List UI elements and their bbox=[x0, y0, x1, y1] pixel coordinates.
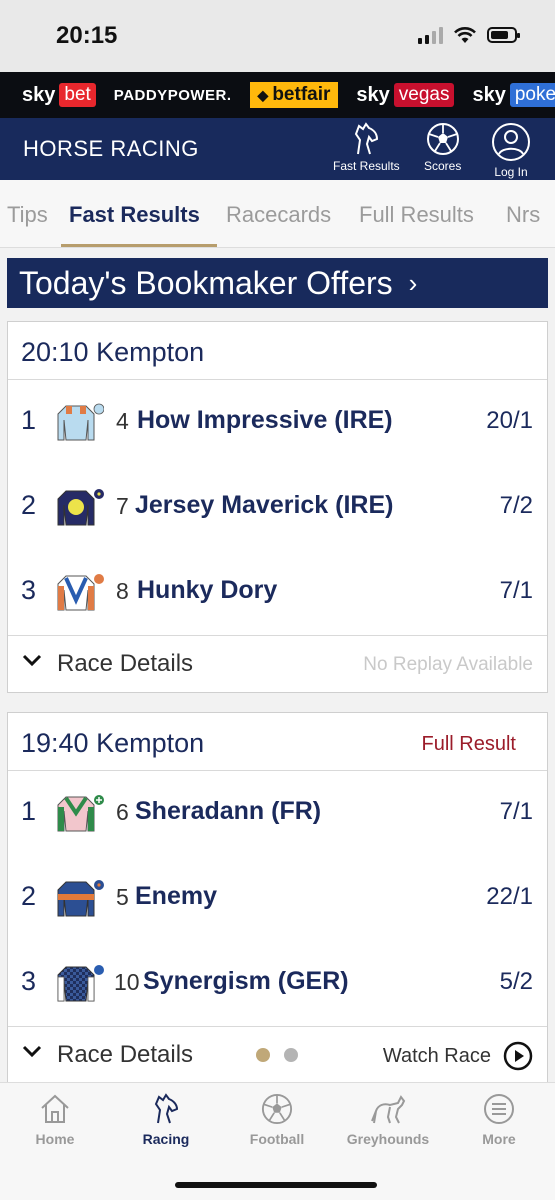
skypoker-logo[interactable]: sky poke bbox=[472, 83, 555, 107]
saddle-number: 8 bbox=[116, 578, 129, 604]
tab-racecards[interactable]: Racecards bbox=[226, 202, 331, 228]
race-card: 19:40 Kempton Full Result 1 6 Sheradann … bbox=[7, 712, 548, 1082]
horse-name: How Impressive (IRE) bbox=[137, 406, 393, 434]
jockey-silk-icon bbox=[57, 795, 104, 832]
nav-football[interactable]: Football bbox=[222, 1093, 332, 1147]
carousel-dot-active[interactable] bbox=[256, 1048, 270, 1062]
football-icon bbox=[261, 1093, 293, 1125]
odds: 7/1 bbox=[499, 798, 533, 825]
race-header[interactable]: 20:10 Kempton bbox=[8, 322, 547, 380]
home-icon bbox=[41, 1094, 69, 1123]
full-result-link[interactable]: Full Result bbox=[422, 733, 516, 756]
saddle-number: 7 bbox=[116, 493, 129, 519]
horse-name: Jersey Maverick (IRE) bbox=[135, 491, 394, 519]
tab-full-results[interactable]: Full Results bbox=[359, 202, 474, 228]
skyvegas-logo[interactable]: sky vegas bbox=[356, 83, 455, 107]
race-header[interactable]: 19:40 Kempton Full Result bbox=[8, 713, 547, 771]
bookmaker-offers-banner[interactable]: Today's Bookmaker Offers › bbox=[7, 258, 548, 308]
chevron-down-icon bbox=[22, 1045, 42, 1058]
jockey-silk-icon bbox=[57, 965, 104, 1002]
saddle-number: 6 bbox=[116, 799, 129, 825]
skybet-logo[interactable]: sky bet bbox=[22, 83, 96, 107]
tab-bar: Tips Fast Results Racecards Full Results… bbox=[0, 180, 555, 248]
nav-racing[interactable]: Racing bbox=[111, 1093, 221, 1147]
play-icon[interactable] bbox=[503, 1041, 533, 1071]
race-details-toggle[interactable]: Race Details No Replay Available bbox=[8, 635, 547, 692]
jockey-silk-icon bbox=[57, 403, 104, 441]
scores-button[interactable]: Scores bbox=[424, 122, 461, 173]
runner-row[interactable]: 3 8 Hunky Dory 7/1 bbox=[8, 550, 547, 635]
odds: 5/2 bbox=[499, 968, 533, 995]
runner-row[interactable]: 2 5 Enemy 22/1 bbox=[8, 856, 547, 941]
tab-nrs[interactable]: Nrs bbox=[506, 202, 540, 228]
paddypower-logo[interactable]: PADDYPOWER. bbox=[114, 87, 232, 104]
race-title: 20:10 Kempton bbox=[21, 337, 205, 367]
odds: 22/1 bbox=[486, 883, 533, 910]
status-bar: 20:15 bbox=[0, 0, 555, 72]
menu-icon bbox=[484, 1094, 514, 1124]
jockey-silk-icon bbox=[57, 880, 104, 917]
app-header: HORSE RACING Fast Results Scores Log In bbox=[0, 118, 555, 180]
football-icon bbox=[426, 123, 459, 155]
brand-strip: sky bet PADDYPOWER. ◆ betfair sky vegas s… bbox=[0, 72, 555, 118]
race-title: 19:40 Kempton bbox=[21, 728, 205, 758]
odds: 7/1 bbox=[499, 577, 533, 604]
finish-position: 3 bbox=[21, 966, 37, 996]
horse-name: Sheradann (FR) bbox=[135, 797, 322, 825]
finish-position: 2 bbox=[21, 490, 37, 520]
no-replay-label: No Replay Available bbox=[363, 654, 533, 675]
battery-icon bbox=[487, 27, 520, 43]
nav-more[interactable]: More bbox=[444, 1093, 554, 1147]
chevron-down-icon bbox=[22, 654, 42, 667]
runner-row[interactable]: 1 4 How Impressive (IRE) 20/1 bbox=[8, 380, 547, 465]
odds: 20/1 bbox=[486, 407, 533, 434]
finish-position: 3 bbox=[21, 575, 37, 605]
saddle-number: 5 bbox=[116, 884, 129, 910]
tab-fast-results[interactable]: Fast Results bbox=[69, 202, 200, 228]
runner-row[interactable]: 1 6 Sheradann (FR) 7/1 bbox=[8, 771, 547, 856]
nav-greyhounds[interactable]: Greyhounds bbox=[333, 1093, 443, 1147]
carousel-dot[interactable] bbox=[284, 1048, 298, 1062]
odds: 7/2 bbox=[499, 492, 533, 519]
race-details-label: Race Details bbox=[57, 1041, 194, 1068]
chevron-right-icon: › bbox=[408, 267, 418, 298]
finish-position: 2 bbox=[21, 881, 37, 911]
status-time: 20:15 bbox=[56, 22, 118, 49]
active-tab-indicator bbox=[61, 244, 217, 247]
race-details-label: Race Details bbox=[57, 650, 194, 677]
offers-label: Today's Bookmaker Offers bbox=[19, 264, 393, 301]
watch-race-label[interactable]: Watch Race bbox=[383, 1045, 491, 1068]
carousel-dots bbox=[256, 1048, 298, 1062]
page-title: HORSE RACING bbox=[23, 136, 199, 161]
saddle-number: 4 bbox=[116, 408, 129, 434]
betfair-logo[interactable]: ◆ betfair bbox=[249, 82, 339, 108]
nav-home[interactable]: Home bbox=[0, 1093, 110, 1147]
finish-position: 1 bbox=[21, 796, 37, 826]
fast-results-button[interactable]: Fast Results bbox=[333, 122, 400, 173]
finish-position: 1 bbox=[21, 405, 37, 435]
tab-tips[interactable]: Tips bbox=[7, 202, 48, 228]
horse-head-icon bbox=[355, 122, 379, 155]
jockey-silk-icon bbox=[57, 489, 104, 526]
horse-head-icon bbox=[154, 1093, 179, 1124]
status-icons bbox=[418, 26, 520, 44]
race-details-toggle[interactable]: Race Details Watch Race bbox=[8, 1026, 547, 1082]
runner-row[interactable]: 3 10 Synergism (GER) 5/2 bbox=[8, 941, 547, 1026]
horse-name: Hunky Dory bbox=[137, 576, 278, 604]
saddle-number: 10 bbox=[114, 969, 140, 995]
signal-icon bbox=[418, 26, 443, 44]
runner-row[interactable]: 2 7 Jersey Maverick (IRE) 7/2 bbox=[8, 465, 547, 550]
wifi-icon bbox=[454, 27, 476, 43]
jockey-silk-icon bbox=[57, 574, 104, 611]
user-icon bbox=[492, 123, 530, 161]
horse-name: Enemy bbox=[135, 882, 217, 910]
home-indicator[interactable] bbox=[175, 1182, 377, 1188]
greyhound-icon bbox=[371, 1095, 406, 1124]
login-button[interactable]: Log In bbox=[491, 122, 531, 179]
horse-name: Synergism (GER) bbox=[143, 967, 349, 995]
race-card: 20:10 Kempton 1 4 How Impressive (IRE) 2… bbox=[7, 321, 548, 693]
